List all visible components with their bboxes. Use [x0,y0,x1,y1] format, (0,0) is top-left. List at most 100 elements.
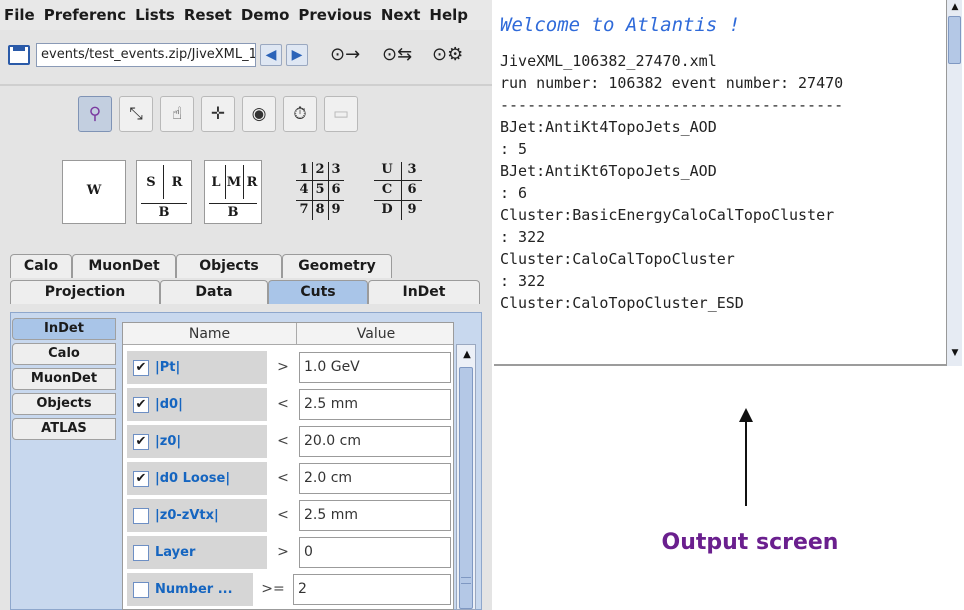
clock-icon[interactable]: ⏱ [283,96,317,132]
next-event-button[interactable]: ▶ [286,44,308,66]
cut-checkbox[interactable]: ✔ [133,470,149,487]
crosshair-icon[interactable]: ✛ [201,96,235,132]
cut-checkbox[interactable]: ✔ [133,433,149,450]
output-line: Cluster:CaloCalTopoCluster [500,250,735,268]
window-w[interactable]: W [62,160,126,224]
side-tab-muondet[interactable]: MuonDet [12,368,116,390]
window-r2[interactable]: R [243,175,261,190]
window-b[interactable]: B [137,205,191,220]
side-tab-atlas[interactable]: ATLAS [12,418,116,440]
menu-help[interactable]: Help [429,6,468,24]
window-9[interactable]: 9 [328,202,344,217]
scroll-thumb[interactable] [459,367,473,609]
cut-name: |z0-zVtx| [127,499,267,532]
tab-cuts[interactable]: Cuts [268,280,368,304]
window-grid-9[interactable]: 1 2 3 4 5 6 7 8 9 [290,160,354,224]
cut-operator: > [277,359,289,375]
window-3[interactable]: 3 [328,162,344,177]
tab-geometry[interactable]: Geometry [282,254,392,278]
cut-checkbox[interactable] [133,507,149,524]
divider [141,203,187,204]
cut-checkbox[interactable] [133,581,149,598]
tab-indet[interactable]: InDet [368,280,480,304]
cut-value-input[interactable]: 2.0 cm [299,463,451,494]
scroll-up-icon[interactable]: ▲ [949,2,961,14]
tab-muondet[interactable]: MuonDet [72,254,176,278]
divider [374,200,422,201]
window-m[interactable]: M [225,175,243,190]
divider [163,165,164,199]
tab-projection[interactable]: Projection [10,280,160,304]
table-row: ✔ |z0| < 20.0 cm [123,423,453,460]
window-lmr-group[interactable]: L M R B [204,160,262,224]
window-icon[interactable]: ▭ [324,96,358,132]
window-s[interactable]: S [139,175,163,190]
window-4[interactable]: 4 [296,182,312,197]
fisheye-icon[interactable]: ◉ [242,96,276,132]
window-u[interactable]: U [374,162,400,177]
menu-next[interactable]: Next [381,6,421,24]
window-c6[interactable]: 6 [402,182,422,197]
window-u3[interactable]: 3 [402,162,422,177]
cut-value-input[interactable]: 1.0 GeV [299,352,451,383]
window-sr-group[interactable]: S R B [136,160,192,224]
window-l[interactable]: L [207,175,225,190]
tab-data[interactable]: Data [160,280,268,304]
cut-value-input[interactable]: 20.0 cm [299,426,451,457]
rotate-icon[interactable]: ⤡ [119,96,153,132]
cut-checkbox[interactable]: ✔ [133,396,149,413]
table-row: |z0-zVtx| < 2.5 mm [123,497,453,534]
window-8[interactable]: 8 [312,202,328,217]
cut-label: |Pt| [155,360,181,375]
window-d[interactable]: D [374,202,400,217]
window-b2[interactable]: B [205,205,261,220]
previous-event-button[interactable]: ◀ [260,44,282,66]
scroll-thumb[interactable] [948,16,961,64]
event-file-input[interactable]: events/test_events.zip/JiveXML_106382_27… [36,43,256,67]
cuts-scrollbar[interactable]: ▲ [456,344,476,610]
side-tab-objects[interactable]: Objects [12,393,116,415]
event-settings-icon[interactable]: ⊙⚙ [432,42,463,68]
cut-value-input[interactable]: 2.5 mm [299,389,451,420]
control-panel: File Preferenc Lists Reset Demo Previous… [0,0,492,610]
window-6[interactable]: 6 [328,182,344,197]
side-tab-calo[interactable]: Calo [12,343,116,365]
zoom-icon[interactable]: ⚲ [78,96,112,132]
cut-name: ✔ |d0| [127,388,267,421]
scroll-up-icon[interactable]: ▲ [460,348,474,362]
cut-checkbox[interactable]: ✔ [133,359,149,376]
event-source-icon[interactable]: ⊙→ [330,42,360,68]
window-7[interactable]: 7 [296,202,312,217]
menu-lists[interactable]: Lists [135,6,175,24]
cuts-table: Name Value ✔ |Pt| > 1.0 GeV ✔ |d0| < 2.5 m… [122,322,454,610]
window-5[interactable]: 5 [312,182,328,197]
side-tab-indet[interactable]: InDet [12,318,116,340]
tab-calo[interactable]: Calo [10,254,72,278]
cut-name: ✔ |Pt| [127,351,267,384]
menu-file[interactable]: File [4,6,35,24]
pick-icon[interactable]: ☝ [160,96,194,132]
window-r[interactable]: R [165,175,189,190]
window-ucd-group[interactable]: U 3 C 6 D 9 [370,160,432,224]
save-icon[interactable] [8,45,30,65]
event-loop-icon[interactable]: ⊙⇆ [382,42,412,68]
cut-name: Layer [127,536,267,569]
menu-demo[interactable]: Demo [241,6,290,24]
cut-label: |z0-zVtx| [155,508,219,523]
cut-value-input[interactable]: 2.5 mm [299,500,451,531]
cut-name: ✔ |d0 Loose| [127,462,267,495]
window-d9[interactable]: 9 [402,202,422,217]
window-2[interactable]: 2 [312,162,328,177]
cut-checkbox[interactable] [133,544,149,561]
window-c[interactable]: C [374,182,400,197]
menu-preferences[interactable]: Preferenc [44,6,126,24]
menu-previous[interactable]: Previous [298,6,371,24]
menu-reset[interactable]: Reset [184,6,232,24]
cut-name: Number ... [127,573,253,606]
cut-value-input[interactable]: 0 [299,537,451,568]
cut-value-input[interactable]: 2 [293,574,451,605]
output-scrollbar[interactable]: ▲ ▼ [946,0,962,366]
tab-objects[interactable]: Objects [176,254,282,278]
window-1[interactable]: 1 [296,162,312,177]
scroll-down-icon[interactable]: ▼ [949,348,961,360]
